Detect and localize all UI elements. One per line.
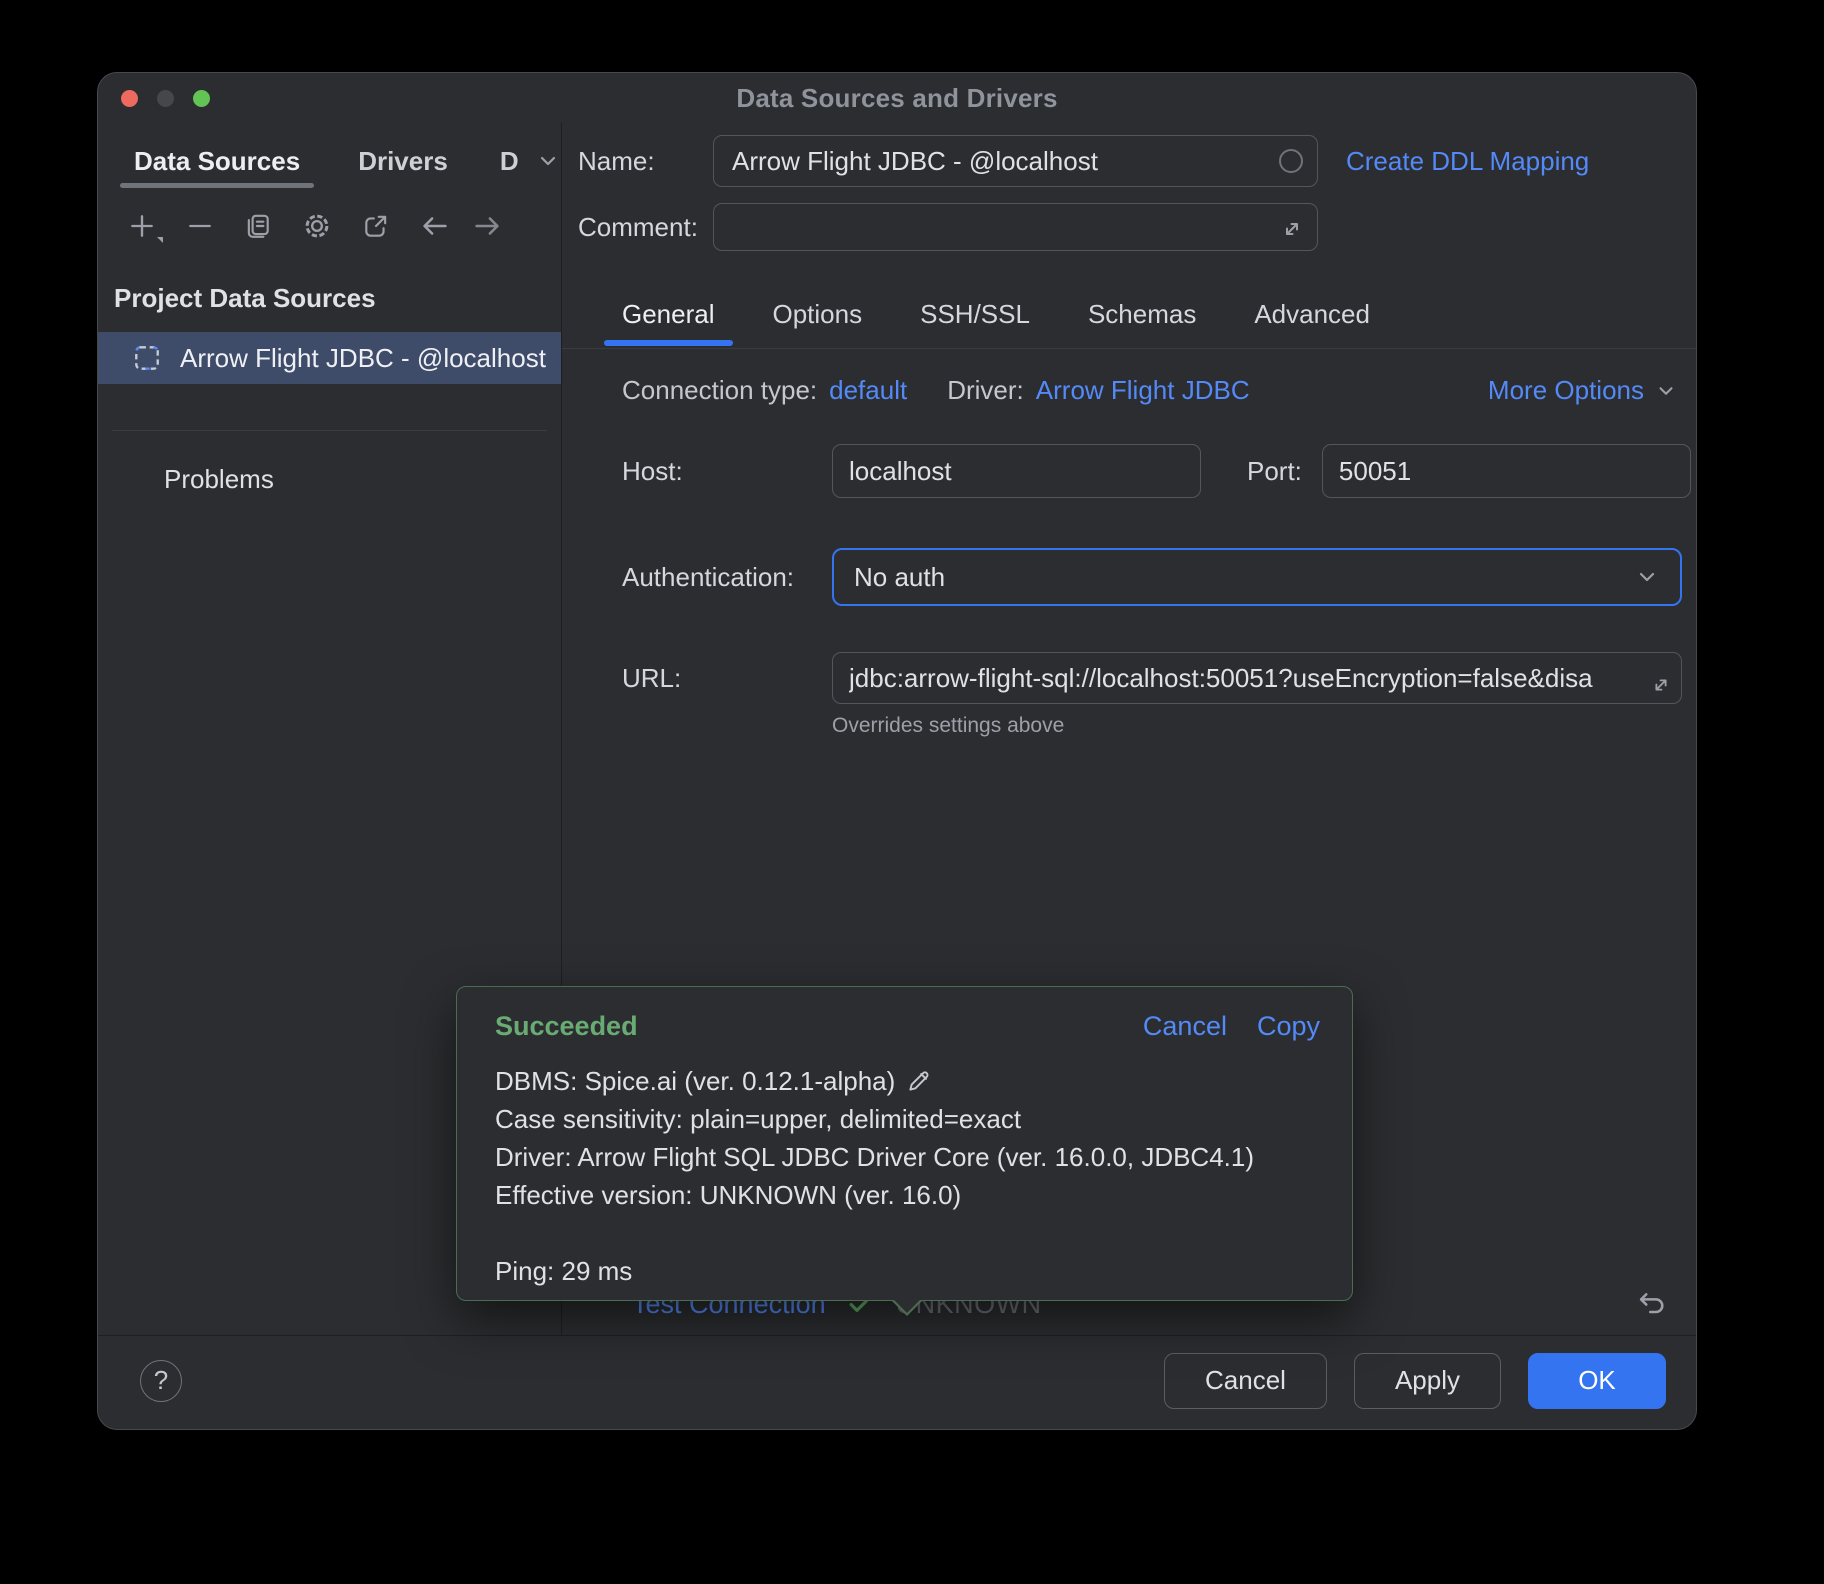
sidebar-toolbar <box>98 193 561 255</box>
remove-icon[interactable] <box>186 211 214 241</box>
tab-advanced[interactable]: Advanced <box>1254 285 1370 343</box>
effective-version-line: Effective version: UNKNOWN (ver. 16.0) <box>495 1176 1320 1214</box>
driver-label: Driver: <box>947 375 1024 406</box>
host-label: Host: <box>622 456 832 487</box>
dialog-footer: ? Cancel Apply OK <box>98 1335 1696 1429</box>
close-window-button[interactable] <box>121 90 138 107</box>
url-label: URL: <box>622 663 832 694</box>
title-bar: Data Sources and Drivers <box>98 73 1696 123</box>
sidebar-divider <box>112 430 547 431</box>
data-source-list-item[interactable]: Arrow Flight JDBC - @localhost <box>98 332 561 384</box>
port-field[interactable] <box>1322 444 1691 498</box>
authentication-select[interactable]: No auth <box>832 548 1682 606</box>
popup-cancel-link[interactable]: Cancel <box>1143 1011 1227 1042</box>
help-icon[interactable]: ? <box>140 1360 182 1402</box>
status-succeeded-label: Succeeded <box>495 1011 638 1042</box>
connection-type-value-link[interactable]: default <box>829 375 907 406</box>
more-options-link[interactable]: More Options <box>1488 375 1682 406</box>
ok-button[interactable]: OK <box>1528 1353 1666 1409</box>
tab-drivers[interactable]: Drivers <box>344 129 462 193</box>
tab-schemas[interactable]: Schemas <box>1088 285 1196 343</box>
port-label: Port: <box>1247 456 1302 487</box>
minimize-window-button[interactable] <box>157 90 174 107</box>
chevron-down-icon <box>1634 564 1660 590</box>
tab-data-sources[interactable]: Data Sources <box>120 129 314 193</box>
tab-truncated[interactable]: D <box>500 146 519 177</box>
host-field[interactable] <box>832 444 1201 498</box>
tab-options[interactable]: Options <box>773 285 863 343</box>
project-data-sources-heading: Project Data Sources <box>98 255 561 332</box>
popup-copy-link[interactable]: Copy <box>1257 1011 1320 1042</box>
database-dashed-icon <box>132 343 162 373</box>
comment-field[interactable] <box>713 203 1318 251</box>
create-ddl-mapping-link[interactable]: Create DDL Mapping <box>1346 146 1589 177</box>
ping-line: Ping: 29 ms <box>495 1252 1320 1290</box>
zoom-window-button[interactable] <box>193 90 210 107</box>
duplicate-icon[interactable] <box>244 211 272 241</box>
chevron-down-icon <box>1654 379 1678 403</box>
window-title: Data Sources and Drivers <box>736 83 1057 114</box>
name-field[interactable] <box>713 135 1318 187</box>
cancel-button[interactable]: Cancel <box>1164 1353 1327 1409</box>
url-input[interactable] <box>849 663 1637 694</box>
back-icon[interactable] <box>420 211 450 241</box>
apply-button[interactable]: Apply <box>1354 1353 1501 1409</box>
case-sensitivity-line: Case sensitivity: plain=upper, delimited… <box>495 1100 1320 1138</box>
comment-input[interactable] <box>732 212 1265 243</box>
comment-label: Comment: <box>578 212 713 243</box>
tab-ssh-ssl[interactable]: SSH/SSL <box>920 285 1030 343</box>
test-connection-popup: Succeeded Cancel Copy DBMS: Spice.ai (ve… <box>456 986 1353 1301</box>
driver-info-line: Driver: Arrow Flight SQL JDBC Driver Cor… <box>495 1138 1320 1176</box>
tab-general[interactable]: General <box>622 285 715 343</box>
pencil-icon[interactable] <box>905 1067 933 1095</box>
data-source-name: Arrow Flight JDBC - @localhost <box>180 343 546 374</box>
sidebar-item-problems[interactable]: Problems <box>98 457 561 501</box>
sidebar-tabs: Data Sources Drivers D <box>98 123 561 193</box>
settings-gear-icon[interactable] <box>302 211 332 241</box>
url-field[interactable] <box>832 652 1682 704</box>
progress-circle-icon <box>1279 149 1303 173</box>
port-input[interactable] <box>1339 456 1674 487</box>
chevron-down-icon[interactable] <box>535 148 561 174</box>
data-sources-dialog: Data Sources and Drivers Data Sources Dr… <box>97 72 1697 1430</box>
url-overrides-note: Overrides settings above <box>832 714 1682 738</box>
driver-value-link[interactable]: Arrow Flight JDBC <box>1036 375 1250 406</box>
revert-icon[interactable] <box>1636 1288 1668 1320</box>
expand-icon[interactable] <box>1279 216 1305 242</box>
name-input[interactable] <box>732 146 1265 177</box>
expand-icon[interactable] <box>1649 673 1673 697</box>
connection-type-label: Connection type: <box>622 375 817 406</box>
name-label: Name: <box>578 146 713 177</box>
open-in-new-icon[interactable] <box>362 211 390 241</box>
authentication-label: Authentication: <box>622 562 832 593</box>
window-controls <box>121 90 210 107</box>
add-icon[interactable] <box>128 211 156 241</box>
forward-icon[interactable] <box>472 211 502 241</box>
settings-tabs: General Options SSH/SSL Schemas Advanced <box>562 285 1696 349</box>
dbms-info-line: DBMS: Spice.ai (ver. 0.12.1-alpha) <box>495 1062 895 1100</box>
authentication-value: No auth <box>854 562 945 593</box>
host-input[interactable] <box>849 456 1184 487</box>
